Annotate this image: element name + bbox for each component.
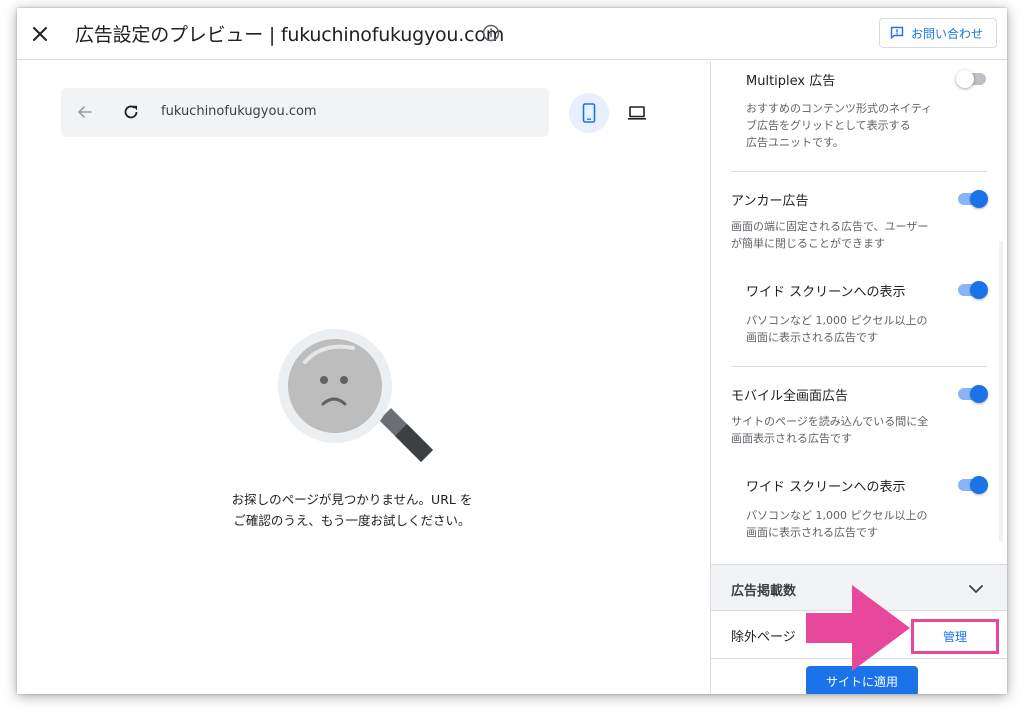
excluded-pages-label: 除外ページ [731, 630, 796, 645]
not-found-message: お探しのページが見つかりません。URL を ご確認のうえ、もう一度お試しください… [207, 489, 497, 531]
desc-line: パソコンなど 1,000 ピクセル以上の [746, 509, 928, 522]
vignette-wide-screen-title: ワイド スクリーンへの表示 [746, 480, 906, 495]
scrollbar[interactable] [999, 241, 1003, 541]
vignette-wide-screen-toggle[interactable] [956, 475, 988, 495]
toggle-knob [970, 385, 988, 403]
desc-line: が簡単に閉じることができます [731, 237, 885, 250]
multiplex-toggle[interactable] [956, 69, 988, 89]
chevron-down-icon [969, 585, 983, 593]
desc-line: 画面の端に固定される広告で、ユーザー [731, 220, 929, 233]
toggle-knob [970, 190, 988, 208]
contact-button[interactable]: お問い合わせ [879, 18, 997, 48]
mobile-view-button[interactable] [569, 93, 609, 133]
settings-scroll-area[interactable]: Multiplex 広告 おすすめのコンテンツ形式のネイティ ブ広告をグリッドと… [711, 61, 1007, 554]
desc-line: 画面に表示される広告です [746, 331, 878, 344]
toggle-knob [970, 476, 988, 494]
desc-line: おすすめのコンテンツ形式のネイティ [746, 102, 933, 115]
anchor-ads-title: アンカー広告 [731, 194, 809, 209]
preview-url: fukuchinofukugyou.com [161, 104, 317, 119]
manage-button[interactable]: 管理 [911, 619, 999, 654]
close-icon [33, 27, 47, 41]
desc-line: 画面表示される広告です [731, 432, 852, 445]
anchor-ads-toggle[interactable] [956, 189, 988, 209]
preview-pane: fukuchinofukugyou.com お探しのページが見つかりません。UR… [17, 61, 710, 694]
ad-load-label: 広告掲載数 [731, 584, 797, 599]
vignette-ads-desc: サイトのページを読み込んでいる間に全 画面表示される広告です [731, 413, 928, 447]
vignette-wide-screen-desc: パソコンなど 1,000 ピクセル以上の 画面に表示される広告です [746, 507, 927, 541]
apply-label: サイトに適用 [825, 674, 898, 689]
magnifier-sad-face-illustration [278, 329, 433, 462]
reload-icon[interactable] [121, 102, 141, 122]
divider [731, 366, 987, 367]
toggle-knob [956, 70, 974, 88]
not-found-line-2: ご確認のうえ、もう一度お試しください。 [233, 513, 471, 528]
not-found-line-1: お探しのページが見つかりません。URL を [231, 492, 473, 507]
toggle-knob [970, 281, 988, 299]
vignette-ads-toggle[interactable] [956, 384, 988, 404]
vignette-ads-title: モバイル全画面広告 [731, 389, 849, 404]
desc-line: 画面に表示される広告です [746, 526, 878, 539]
close-button[interactable] [27, 21, 53, 47]
desc-line: パソコンなど 1,000 ピクセル以上の [746, 314, 928, 327]
info-icon[interactable] [482, 24, 500, 42]
multiplex-title: Multiplex 広告 [746, 74, 836, 89]
anchor-wide-screen-desc: パソコンなど 1,000 ピクセル以上の 画面に表示される広告です [746, 312, 927, 346]
back-arrow-icon[interactable] [75, 102, 95, 122]
dialog-header: 広告設定のプレビュー | fukuchinofukugyou.com お問い合わ… [17, 8, 1007, 60]
anchor-wide-screen-toggle[interactable] [956, 280, 988, 300]
feedback-icon [890, 26, 904, 39]
page-title: 広告設定のプレビュー | fukuchinofukugyou.com [75, 24, 505, 46]
desc-line: ブ広告をグリッドとして表示する [746, 119, 911, 132]
multiplex-desc: おすすめのコンテンツ形式のネイティ ブ広告をグリッドとして表示する 広告ユニット… [746, 100, 932, 151]
laptop-icon [628, 106, 646, 120]
pink-arrow-annotation [806, 585, 910, 671]
anchor-wide-screen-title: ワイド スクリーンへの表示 [746, 285, 906, 300]
smartphone-icon [582, 103, 596, 123]
url-bar: fukuchinofukugyou.com [61, 88, 549, 137]
contact-label: お問い合わせ [911, 26, 984, 41]
anchor-ads-desc: 画面の端に固定される広告で、ユーザー が簡単に閉じることができます [731, 218, 928, 252]
desktop-view-button[interactable] [617, 93, 657, 133]
manage-label: 管理 [942, 630, 967, 644]
desc-line: 広告ユニットです。 [746, 136, 844, 149]
divider [731, 171, 987, 172]
desc-line: サイトのページを読み込んでいる間に全 [731, 415, 929, 428]
